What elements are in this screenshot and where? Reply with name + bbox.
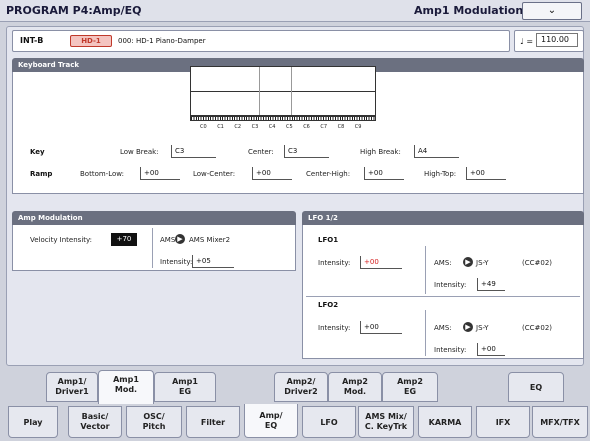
lfo1-ams-label: AMS: [434, 259, 452, 267]
tab-ifx[interactable]: IFX [476, 406, 530, 438]
tab-eq[interactable]: EQ [508, 372, 564, 402]
keyboard-graph [190, 66, 376, 116]
lfo1-intensity-label: Intensity: [318, 259, 351, 267]
tab-basic-vector[interactable]: Basic/Vector [68, 406, 122, 438]
bottom-low-field[interactable]: +00 [140, 167, 180, 180]
center-field[interactable]: C3 [284, 145, 329, 158]
tempo-field[interactable]: 110.00 [536, 33, 578, 47]
lfo2-intensity-label: Intensity: [318, 324, 351, 332]
graph-low-break [259, 67, 260, 115]
lfo2-intensity-field[interactable]: +00 [360, 321, 402, 334]
octave-label: C1 [217, 124, 224, 130]
tab-osc-pitch[interactable]: OSC/Pitch [126, 406, 182, 438]
tab-amp2-driver2[interactable]: Amp2/Driver2 [274, 372, 328, 402]
lfo1-title: LFO1 [318, 236, 339, 244]
lfo1-int2-field[interactable]: +49 [477, 278, 505, 291]
lfo-split [306, 296, 580, 297]
octave-label: C5 [286, 124, 293, 130]
graph-baseline [191, 91, 375, 92]
center-high-label: Center-High: [306, 170, 351, 178]
high-top-field[interactable]: +00 [466, 167, 506, 180]
low-center-field[interactable]: +00 [252, 167, 292, 180]
lfo1-divider [425, 246, 426, 294]
tab-amp2-eg[interactable]: Amp2 EG [382, 372, 438, 402]
tempo-symbol: ♩ = [520, 37, 534, 46]
low-break-label: Low Break: [120, 148, 159, 156]
octave-label: C3 [251, 124, 259, 130]
lfo2-ams-value[interactable]: JS-Y [476, 324, 488, 332]
lfo1-int2-label: Intensity: [434, 281, 467, 289]
page-menu-button[interactable]: ⌄ [522, 2, 582, 20]
tab-play[interactable]: Play [8, 406, 58, 438]
tab-filter[interactable]: Filter [186, 406, 240, 438]
lfo2-divider [425, 310, 426, 356]
tab-amp-eq[interactable]: Amp/EQ [244, 404, 298, 438]
lfo1-ams-value[interactable]: JS-Y [476, 259, 488, 267]
bank-label: INT-B [20, 36, 44, 45]
amp-mod-divider [152, 228, 153, 268]
tab-mfx-tfx[interactable]: MFX/TFX [532, 406, 588, 438]
ams-intensity-label: Intensity: [160, 258, 193, 266]
screen: PROGRAM P4:Amp/EQ Amp1 Modulation ⌄ INT-… [0, 0, 590, 441]
amp-mod-panel [12, 225, 296, 271]
program-name: 000: HD-1 Piano-Damper [118, 37, 206, 45]
chevron-down-icon: ⌄ [547, 5, 557, 16]
ams-arrow-icon[interactable]: ▶ [175, 234, 185, 244]
lfo1-intensity-field[interactable]: +00 [360, 256, 402, 269]
lfo1-ams-arrow-icon[interactable]: ▶ [463, 257, 473, 267]
high-top-label: High-Top: [424, 170, 457, 178]
lfo2-cc-label: (CC#02) [522, 324, 553, 332]
low-center-label: Low-Center: [193, 170, 236, 178]
lfo2-ams-label: AMS: [434, 324, 452, 332]
tab-lfo[interactable]: LFO [302, 406, 356, 438]
lfo2-ams-arrow-icon[interactable]: ▶ [463, 322, 473, 332]
ams-intensity-field[interactable]: +05 [192, 255, 234, 268]
lfo2-title: LFO2 [318, 301, 339, 309]
tab-amp2-mod[interactable]: Amp2 Mod. [328, 372, 382, 402]
octave-label: C4 [268, 124, 276, 130]
tab-amp1-mod[interactable]: Amp1 Mod. [98, 370, 154, 404]
octave-label: C0 [200, 124, 207, 130]
graph-high-break [291, 67, 292, 115]
amp-mod-header: Amp Modulation [12, 211, 296, 225]
high-break-label: High Break: [360, 148, 401, 156]
key-row-label: Key [30, 148, 45, 156]
keyboard-keys [190, 116, 376, 121]
tab-karma[interactable]: KARMA [418, 406, 472, 438]
lfo1-cc-label: (CC#02) [522, 259, 553, 267]
tab-amp1-driver1[interactable]: Amp1/Driver1 [46, 372, 98, 402]
octave-label: C6 [303, 124, 310, 130]
velocity-intensity-field[interactable]: +70 [111, 233, 137, 246]
octave-label: C8 [337, 124, 345, 130]
octave-label: C7 [320, 124, 328, 130]
ams-source-value[interactable]: AMS Mixer2 [189, 236, 230, 244]
center-high-field[interactable]: +00 [364, 167, 404, 180]
page-menu-label: Amp1 Modulation [414, 4, 524, 17]
tab-ams-mix[interactable]: AMS Mix/C. KeyTrk [358, 406, 414, 438]
octave-label: C9 [354, 124, 362, 130]
bottom-low-label: Bottom-Low: [80, 170, 124, 178]
low-break-field[interactable]: C3 [171, 145, 216, 158]
tab-amp1-eg[interactable]: Amp1 EG [154, 372, 216, 402]
lfo2-int2-field[interactable]: +00 [477, 343, 505, 356]
high-break-field[interactable]: A4 [414, 145, 459, 158]
category-badge: HD-1 [70, 35, 112, 47]
page-title: PROGRAM P4:Amp/EQ [6, 4, 142, 17]
lfo-header: LFO 1/2 [302, 211, 584, 225]
center-label: Center: [248, 148, 274, 156]
octave-label: C2 [234, 124, 242, 130]
lfo-panel [302, 225, 584, 359]
lfo2-int2-label: Intensity: [434, 346, 467, 354]
velocity-intensity-label: Velocity Intensity: [30, 236, 93, 244]
ramp-row-label: Ramp [30, 170, 53, 178]
